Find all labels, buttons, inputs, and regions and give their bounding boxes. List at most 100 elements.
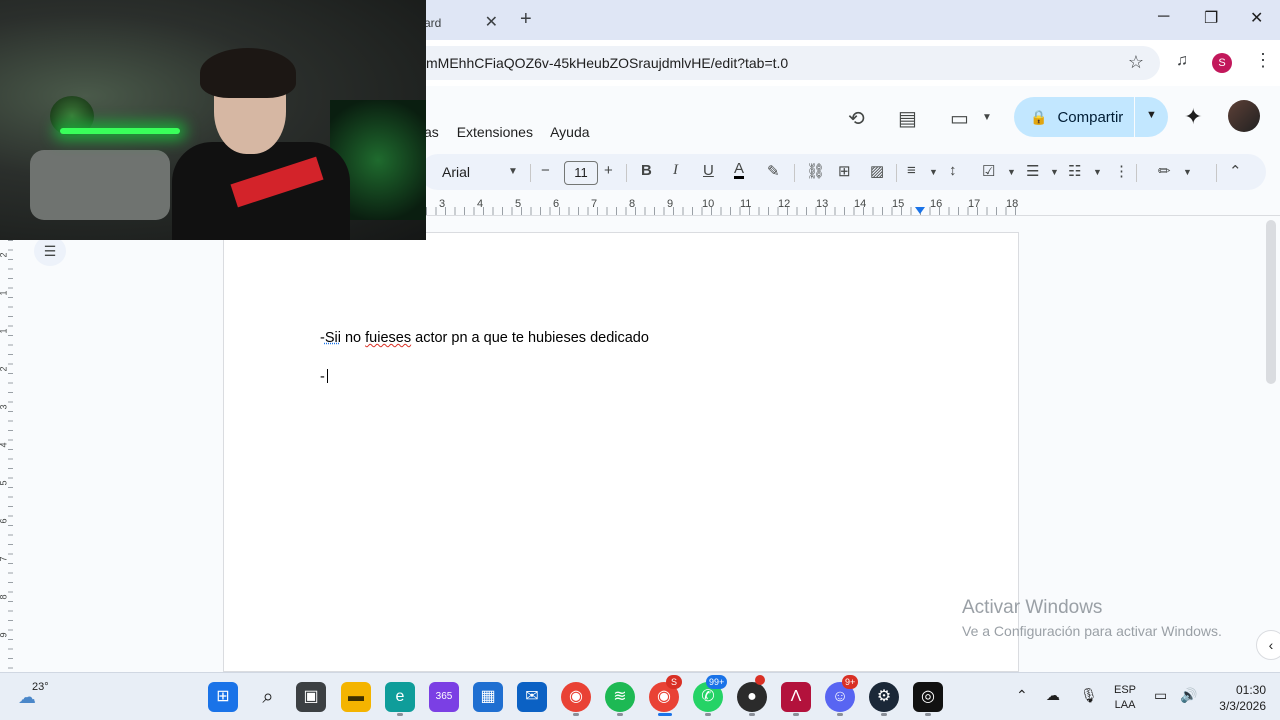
share-button[interactable]: 🔒 Compartir ▼ <box>1014 97 1168 137</box>
bullet-dropdown-icon[interactable]: ▼ <box>1050 167 1059 177</box>
clock-time: 01:30 <box>1235 683 1266 697</box>
align-dropdown-icon[interactable]: ▼ <box>929 167 938 177</box>
checklist-icon[interactable]: ☑ <box>982 162 995 180</box>
menu-item-extensions[interactable]: Extensiones <box>457 124 533 140</box>
editing-mode-icon[interactable]: ✏ <box>1158 162 1171 180</box>
text-color-button[interactable]: A <box>734 161 745 179</box>
underline-button[interactable]: U <box>703 162 714 179</box>
document-page[interactable]: - Sii no fuieses actor pn a que te hubies… <box>223 232 1019 672</box>
decrease-font-size-button[interactable]: − <box>541 162 550 179</box>
new-tab-button[interactable]: + <box>520 8 532 31</box>
minimize-button[interactable]: ─ <box>1158 8 1169 26</box>
language-indicator[interactable]: ESP LAA <box>1114 683 1136 713</box>
ruler-label: 9 <box>667 198 674 210</box>
collapse-menus-icon[interactable]: ⌃ <box>1229 162 1242 180</box>
tray-overflow-icon[interactable]: ⌃ <box>1016 687 1028 704</box>
obs-icon[interactable]: ● <box>737 682 767 712</box>
gemini-icon[interactable]: ✦ <box>1184 104 1202 130</box>
ruler-label: 8 <box>629 198 636 210</box>
onedrive-icon[interactable]: ☁ <box>1046 687 1060 704</box>
system-clock[interactable]: 01:30 3/3/2026 <box>1210 682 1266 714</box>
spotify-icon[interactable]: ≋ <box>605 682 635 712</box>
microphone-icon[interactable]: 🎙 <box>1080 687 1098 704</box>
increase-font-size-button[interactable]: + <box>604 162 613 179</box>
ruler-label: 13 <box>816 198 829 210</box>
insert-image-icon[interactable]: ▨ <box>870 162 884 180</box>
browser-menu-icon[interactable]: ⋮ <box>1254 50 1272 71</box>
menu-bar: as Extensiones Ayuda <box>424 124 604 140</box>
ruler-label: 10 <box>702 198 715 210</box>
right-indent-marker[interactable] <box>915 207 925 214</box>
lock-icon: 🔒 <box>1030 108 1048 125</box>
vertical-scrollbar[interactable] <box>1266 220 1276 384</box>
meet-video-icon[interactable]: ▭ <box>950 106 969 131</box>
user-avatar[interactable] <box>1228 100 1260 132</box>
align-icon[interactable]: ≡ <box>907 162 916 179</box>
bookmark-star-icon[interactable]: ☆ <box>1128 52 1144 73</box>
app-a-icon[interactable]: Λ <box>781 682 811 712</box>
media-control-icon[interactable]: ♫ <box>1176 52 1188 70</box>
add-comment-icon[interactable]: ⊞ <box>838 162 851 180</box>
font-family-select[interactable]: Arial <box>442 164 470 180</box>
camera-app-icon[interactable]: ◎ <box>913 682 943 712</box>
chrome-icon[interactable]: ◉ <box>561 682 591 712</box>
ruler-label: 4 <box>477 198 484 210</box>
numbered-dropdown-icon[interactable]: ▼ <box>1093 167 1102 177</box>
network-icon[interactable]: ▭ <box>1154 687 1167 704</box>
chrome-profile-badge: S <box>666 675 682 689</box>
share-dropdown-icon[interactable]: ▼ <box>1146 109 1157 121</box>
running-indicator <box>617 713 623 716</box>
version-history-icon[interactable]: ⟲ <box>848 106 865 131</box>
font-dropdown-icon[interactable]: ▼ <box>508 166 518 177</box>
line-spacing-icon[interactable]: ↕ <box>949 162 957 179</box>
document-line: - <box>320 369 328 385</box>
tab-close-icon[interactable]: ✕ <box>485 12 498 32</box>
edge-icon[interactable]: e <box>385 682 415 712</box>
share-label: Compartir <box>1057 108 1124 126</box>
layout-code: LAA <box>1114 699 1136 711</box>
webcam-person-hair <box>200 48 296 98</box>
watermark-title: Activar Windows <box>962 597 1103 618</box>
bold-button[interactable]: B <box>641 162 652 179</box>
more-options-icon[interactable]: ⋮ <box>1114 162 1129 180</box>
steam-icon[interactable]: ⚙ <box>869 682 899 712</box>
side-panel-toggle-icon[interactable]: ‹ <box>1256 630 1280 660</box>
highlight-color-icon[interactable]: ✎ <box>767 162 780 180</box>
misspelled-word[interactable]: fuieses <box>365 330 411 346</box>
volume-icon[interactable]: 🔊 <box>1180 687 1197 704</box>
document-outline-icon[interactable]: ☰ <box>34 236 66 266</box>
m365-icon[interactable]: 365 <box>429 682 459 712</box>
meet-dropdown-icon[interactable]: ▼ <box>982 112 992 123</box>
bulleted-list-icon[interactable]: ☰ <box>1026 162 1039 180</box>
comments-icon[interactable]: ▤ <box>898 106 917 131</box>
document-line: -Sii no fuieses actor pn a que te hubies… <box>320 330 649 346</box>
numbered-list-icon[interactable]: ☷ <box>1068 162 1081 180</box>
line-text: actor pn a que te hubieses dedicado <box>411 330 649 346</box>
insert-link-icon[interactable]: ⛓ <box>806 162 825 180</box>
restore-button[interactable]: ❐ <box>1204 8 1218 28</box>
webcam-neon-light <box>60 128 180 134</box>
outlook-icon[interactable]: ✉ <box>517 682 547 712</box>
search-icon[interactable]: ⌕ <box>253 682 283 712</box>
toolbar-divider <box>1136 164 1137 182</box>
checklist-dropdown-icon[interactable]: ▼ <box>1007 167 1016 177</box>
toolbar-divider <box>1216 164 1217 182</box>
running-indicator <box>749 713 755 716</box>
store-icon[interactable]: ▦ <box>473 682 503 712</box>
url-text: mMEhhCFiaQOZ6v-45kHeubZOSraujdmlvHE/edit… <box>426 55 789 71</box>
file-explorer-icon[interactable]: ▬ <box>341 682 371 712</box>
active-indicator <box>658 713 672 716</box>
font-size-input[interactable]: 11 <box>564 161 598 185</box>
menu-item-help[interactable]: Ayuda <box>550 124 589 140</box>
editing-mode-dropdown-icon[interactable]: ▼ <box>1183 167 1192 177</box>
profile-avatar[interactable]: S <box>1212 53 1232 73</box>
misspelled-word[interactable]: Sii <box>325 330 341 346</box>
italic-button[interactable]: I <box>673 162 678 179</box>
task-view-icon[interactable]: ▣ <box>296 682 326 712</box>
close-window-button[interactable]: ✕ <box>1250 8 1263 28</box>
running-indicator <box>397 713 403 716</box>
menu-item-tools[interactable]: as <box>424 124 439 140</box>
start-menu-icon[interactable]: ⊞ <box>208 682 238 712</box>
address-bar[interactable]: mMEhhCFiaQOZ6v-45kHeubZOSraujdmlvHE/edit… <box>400 46 1160 80</box>
clock-date: 3/3/2026 <box>1219 699 1266 713</box>
